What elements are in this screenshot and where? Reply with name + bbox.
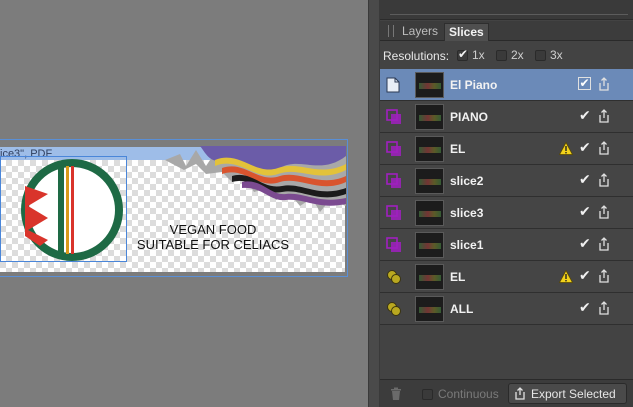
slice-export-checkbox[interactable]: ✔ <box>579 108 591 124</box>
share-export-icon[interactable] <box>598 237 610 254</box>
document-canvas[interactable]: ice3", PDF VEGAN FOOD SUITABLE FOR CELIA… <box>0 0 368 407</box>
slice-export-checkbox[interactable]: ✔ <box>579 268 591 284</box>
layer-slice-icon <box>386 301 402 317</box>
continuous-checkbox[interactable] <box>422 388 433 400</box>
resolutions-row: Resolutions: 1x 2x 3x <box>380 43 633 67</box>
resolution-1x-checkbox[interactable] <box>457 47 468 61</box>
share-export-icon[interactable] <box>598 269 610 286</box>
slice-thumbnail <box>415 136 444 162</box>
slice-export-checkbox[interactable]: ✔ <box>578 77 591 90</box>
resolution-1x-label: 1x <box>472 48 485 62</box>
slice-thumbnail <box>415 296 444 322</box>
slice-thumbnail <box>415 200 444 226</box>
slice-icon <box>386 237 402 253</box>
export-icon <box>515 387 525 400</box>
panel-splitter[interactable] <box>368 0 380 407</box>
resolution-3x-option[interactable]: 3x <box>535 47 563 63</box>
slice-name[interactable]: EL <box>450 270 465 284</box>
share-export-icon[interactable] <box>598 205 610 222</box>
resolution-3x-checkbox[interactable] <box>535 49 546 61</box>
slice-thumbnail <box>415 232 444 258</box>
share-export-icon[interactable] <box>598 301 610 318</box>
wave-decoration <box>165 146 346 212</box>
slice-thumbnail <box>415 72 444 98</box>
slice-icon <box>386 109 402 125</box>
resolution-3x-label: 3x <box>550 48 563 62</box>
continuous-label: Continuous <box>438 387 499 401</box>
slice-export-checkbox[interactable]: ✔ <box>579 204 591 220</box>
slice-row[interactable]: ALL ✔ <box>380 293 633 325</box>
trash-icon[interactable] <box>390 387 402 401</box>
resolution-2x-label: 2x <box>511 48 524 62</box>
slice-row[interactable]: slice1 ✔ <box>380 229 633 261</box>
share-export-icon[interactable] <box>598 77 610 94</box>
continuous-option[interactable]: Continuous <box>422 387 499 401</box>
panel-bottom-bar: Continuous Export Selected <box>380 379 633 407</box>
slice-row[interactable]: El Piano ✔ <box>380 69 633 101</box>
layer-slice-icon <box>386 269 402 285</box>
slice-row[interactable]: PIANO ✔ <box>380 101 633 133</box>
tab-slices[interactable]: Slices <box>444 23 489 41</box>
export-selected-button[interactable]: Export Selected <box>508 383 627 404</box>
slice-row[interactable]: slice3 ✔ <box>380 197 633 229</box>
slice-name[interactable]: ALL <box>450 302 473 316</box>
slice-export-checkbox[interactable]: ✔ <box>579 236 591 252</box>
vegan-food-text: VEGAN FOOD SUITABLE FOR CELIACS <box>133 222 293 252</box>
slice-icon <box>386 173 402 189</box>
vegan-text-line2: SUITABLE FOR CELIACS <box>136 237 290 252</box>
slice-name[interactable]: slice1 <box>450 238 483 252</box>
slice-row[interactable]: EL ✔ <box>380 261 633 293</box>
resolution-2x-option[interactable]: 2x <box>496 47 524 63</box>
tab-layers[interactable]: Layers <box>398 23 442 41</box>
slice-name[interactable]: EL <box>450 142 465 156</box>
document-icon <box>386 77 402 93</box>
slice-thumbnail <box>415 264 444 290</box>
slice-export-checkbox[interactable]: ✔ <box>579 140 591 156</box>
slices-panel: Layers Slices Resolutions: 1x 2x 3x El P… <box>380 0 633 407</box>
export-selected-label: Export Selected <box>531 386 616 401</box>
share-export-icon[interactable] <box>598 173 610 190</box>
resolution-2x-checkbox[interactable] <box>496 49 507 61</box>
slice-thumbnail <box>415 168 444 194</box>
slice-selection-box[interactable] <box>0 156 127 262</box>
slice-row[interactable]: slice2 ✔ <box>380 165 633 197</box>
slice-icon <box>386 205 402 221</box>
slice-export-checkbox[interactable]: ✔ <box>579 172 591 188</box>
slice-row[interactable]: EL ✔ <box>380 133 633 165</box>
panel-tabs: Layers Slices <box>380 21 633 41</box>
vegan-text-line1: VEGAN FOOD <box>169 222 257 237</box>
panel-grip-icon[interactable] <box>388 25 394 37</box>
slice-name[interactable]: El Piano <box>450 78 497 92</box>
resolutions-label: Resolutions: <box>383 49 450 63</box>
slice-list: El Piano ✔ PIANO ✔ EL ✔ slice2 ✔ slice3 ✔ slice1 ✔ E… <box>380 69 633 325</box>
warning-icon[interactable] <box>558 269 574 286</box>
warning-icon[interactable] <box>558 141 574 158</box>
slice-thumbnail <box>415 104 444 130</box>
share-export-icon[interactable] <box>598 109 610 126</box>
slice-name[interactable]: slice2 <box>450 174 483 188</box>
slice-name[interactable]: PIANO <box>450 110 488 124</box>
resolution-1x-option[interactable]: 1x <box>457 47 485 63</box>
panel-top-bar <box>380 0 633 20</box>
share-export-icon[interactable] <box>598 141 610 158</box>
slice-icon <box>386 141 402 157</box>
slice-name[interactable]: slice3 <box>450 206 483 220</box>
slice-export-checkbox[interactable]: ✔ <box>579 300 591 316</box>
